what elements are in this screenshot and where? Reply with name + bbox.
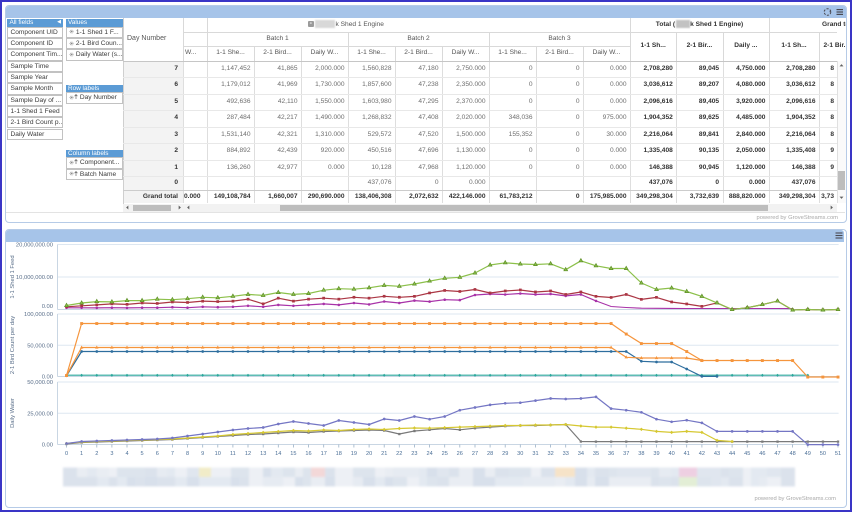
svg-text:2-1 Bird Count per day: 2-1 Bird Count per day — [10, 316, 16, 374]
svg-text:46: 46 — [759, 451, 765, 457]
svg-text:27: 27 — [472, 451, 478, 457]
svg-text:35: 35 — [593, 451, 599, 457]
svg-text:100,000.00: 100,000.00 — [24, 312, 53, 318]
svg-text:37: 37 — [623, 451, 629, 457]
svg-text:26: 26 — [457, 451, 463, 457]
svg-text:14: 14 — [275, 451, 281, 457]
svg-text:24: 24 — [426, 451, 432, 457]
svg-text:33: 33 — [563, 451, 569, 457]
svg-text:5: 5 — [141, 451, 144, 457]
svg-text:13: 13 — [260, 451, 266, 457]
svg-text:25: 25 — [442, 451, 448, 457]
svg-text:0.00: 0.00 — [42, 304, 53, 310]
svg-text:17: 17 — [321, 451, 327, 457]
svg-text:22: 22 — [396, 451, 402, 457]
svg-text:9: 9 — [201, 451, 204, 457]
svg-text:20,000,000.00: 20,000,000.00 — [16, 243, 53, 249]
svg-text:36: 36 — [608, 451, 614, 457]
svg-text:3: 3 — [110, 451, 113, 457]
svg-text:28: 28 — [487, 451, 493, 457]
svg-text:49: 49 — [805, 451, 811, 457]
svg-text:43: 43 — [714, 451, 720, 457]
svg-text:10: 10 — [215, 451, 221, 457]
svg-text:16: 16 — [305, 451, 311, 457]
svg-text:32: 32 — [547, 451, 553, 457]
svg-text:23: 23 — [411, 451, 417, 457]
svg-text:11: 11 — [230, 451, 236, 457]
svg-text:21: 21 — [381, 451, 387, 457]
svg-text:1: 1 — [80, 451, 83, 457]
svg-text:25,000.00: 25,000.00 — [27, 411, 53, 417]
svg-text:2: 2 — [95, 451, 98, 457]
svg-text:18: 18 — [336, 451, 342, 457]
svg-text:45: 45 — [744, 451, 750, 457]
svg-text:48: 48 — [789, 451, 795, 457]
svg-text:38: 38 — [638, 451, 644, 457]
svg-text:39: 39 — [653, 451, 659, 457]
svg-text:51: 51 — [835, 451, 841, 457]
svg-text:50: 50 — [820, 451, 826, 457]
svg-text:10,000,000.00: 10,000,000.00 — [16, 275, 53, 281]
svg-text:44: 44 — [729, 451, 735, 457]
svg-text:50,000.00: 50,000.00 — [27, 343, 53, 349]
svg-text:29: 29 — [502, 451, 508, 457]
svg-text:1-1 Shed 1 Feed: 1-1 Shed 1 Feed — [10, 255, 16, 298]
svg-text:6: 6 — [156, 451, 159, 457]
svg-text:50,000.00: 50,000.00 — [27, 380, 53, 386]
svg-text:4: 4 — [125, 451, 128, 457]
svg-text:7: 7 — [171, 451, 174, 457]
svg-text:19: 19 — [351, 451, 357, 457]
svg-text:42: 42 — [699, 451, 705, 457]
svg-text:34: 34 — [578, 451, 584, 457]
svg-text:20: 20 — [366, 451, 372, 457]
svg-text:Daily Water: Daily Water — [10, 398, 16, 428]
svg-text:15: 15 — [290, 451, 296, 457]
svg-text:0.00: 0.00 — [42, 443, 53, 449]
svg-text:41: 41 — [684, 451, 690, 457]
svg-text:8: 8 — [186, 451, 189, 457]
svg-text:31: 31 — [532, 451, 538, 457]
svg-text:0: 0 — [65, 451, 68, 457]
svg-text:47: 47 — [774, 451, 780, 457]
svg-text:40: 40 — [668, 451, 674, 457]
svg-text:12: 12 — [245, 451, 251, 457]
svg-text:30: 30 — [517, 451, 523, 457]
